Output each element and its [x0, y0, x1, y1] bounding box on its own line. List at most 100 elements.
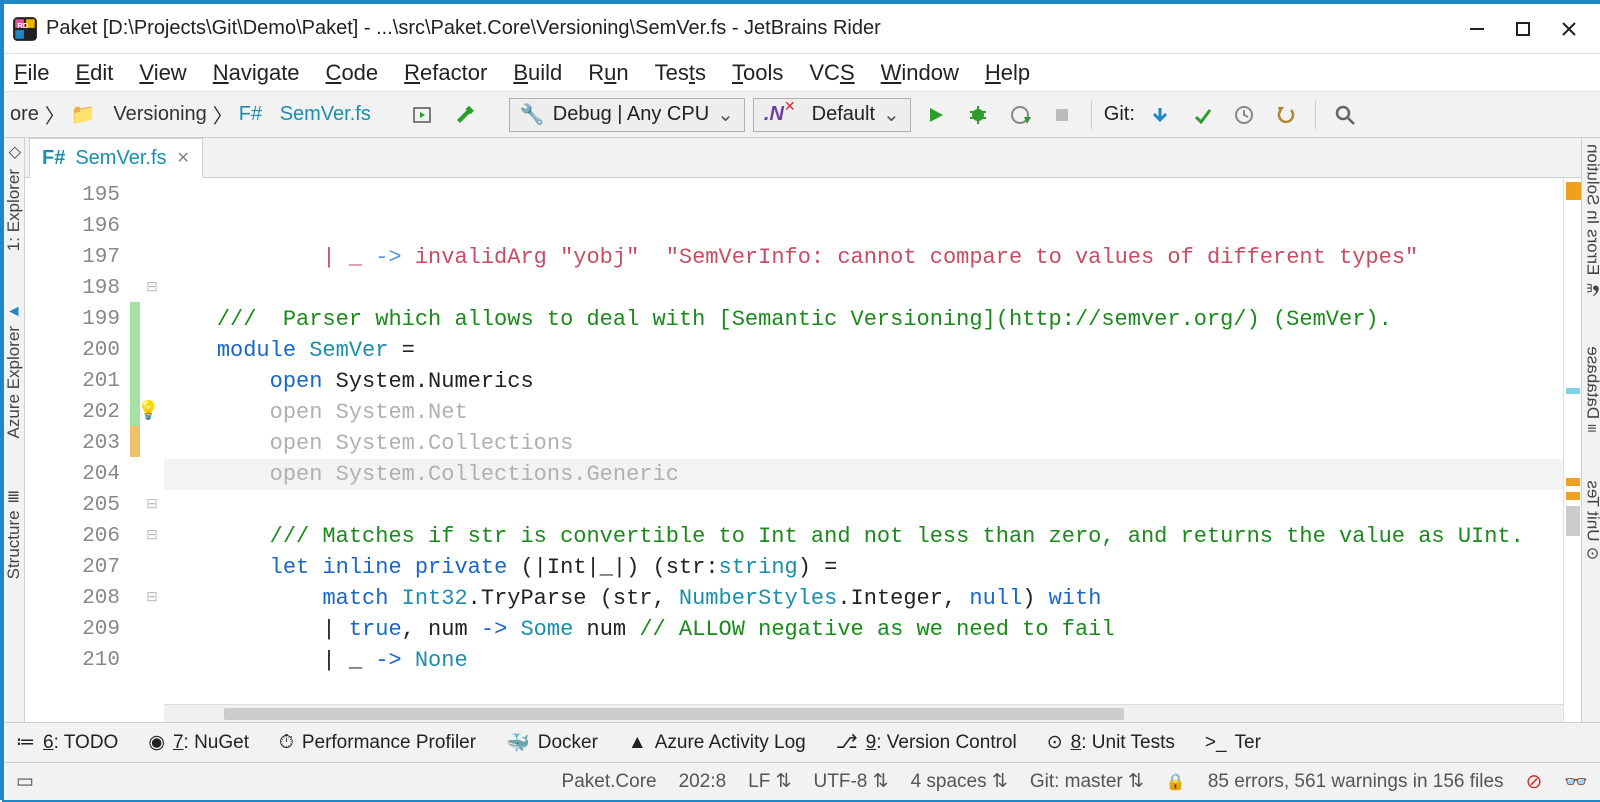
breadcrumb-2[interactable]: F# SemVer.fs [239, 103, 371, 126]
line-number: 198 [25, 273, 120, 304]
toolwin-ter[interactable]: >_Ter [1205, 732, 1261, 754]
debug-button[interactable] [961, 98, 995, 132]
status-problems[interactable]: 85 errors, 561 warnings in 156 files [1208, 771, 1504, 793]
toolwin-azure-activity-log[interactable]: ▲Azure Activity Log [628, 732, 806, 754]
stop-button[interactable] [1045, 98, 1079, 132]
code-line[interactable]: open System.Collections.Generic [164, 459, 1563, 490]
menu-tests[interactable]: Tests [655, 60, 706, 86]
tab-semver[interactable]: F# SemVer.fs ✕ [29, 138, 203, 178]
git-history-button[interactable] [1227, 98, 1261, 132]
toolwin----nuget[interactable]: ◉7: NuGet [148, 731, 249, 754]
menu-edit[interactable]: Edit [75, 60, 113, 86]
warning-marker[interactable] [1566, 182, 1581, 200]
search-button[interactable] [1328, 98, 1362, 132]
maximize-button[interactable] [1500, 13, 1546, 45]
window-title: Paket [D:\Projects\Git\Demo\Paket] - ...… [46, 17, 1454, 40]
line-number: 210 [25, 645, 120, 676]
no-entry-icon[interactable]: ⊘ [1526, 769, 1543, 794]
lock-icon[interactable]: 🔒 [1166, 772, 1186, 792]
code-line[interactable]: module SemVer = [164, 335, 1563, 366]
code-line[interactable]: | true, num -> Some num // ALLOW negativ… [164, 614, 1563, 645]
code-line[interactable]: /// Parser which allows to deal with [Se… [164, 304, 1563, 335]
build-hammer-icon[interactable] [447, 98, 481, 132]
git-commit-button[interactable] [1185, 98, 1219, 132]
marker[interactable] [1566, 506, 1580, 536]
warning-marker[interactable] [1566, 492, 1580, 500]
presentation-icon[interactable]: ▭ [16, 770, 34, 793]
git-revert-button[interactable] [1269, 98, 1303, 132]
code-line[interactable]: | _ -> invalidArg "yobj" "SemVerInfo: ca… [164, 242, 1563, 273]
menu-build[interactable]: Build [513, 60, 562, 86]
solution-config-dropdown[interactable]: 🔧 Debug | Any CPU ⌄ [509, 98, 745, 132]
flask-icon: ⚗ [1583, 281, 1600, 300]
breadcrumb-1[interactable]: 📁 Versioning [71, 102, 207, 127]
git-pull-button[interactable] [1143, 98, 1177, 132]
code-line[interactable]: open System.Numerics [164, 366, 1563, 397]
menu-view[interactable]: View [139, 60, 186, 86]
left-tool-strip: 1: Explorer◇ Azure Explorer▲ Structure≣ [4, 138, 25, 722]
run-button[interactable] [919, 98, 953, 132]
code-line[interactable]: open System.Net [164, 397, 1563, 428]
navigate-target-icon[interactable] [405, 98, 439, 132]
code-line[interactable] [164, 490, 1563, 521]
status-line-ending[interactable]: LF ⇅ [748, 770, 791, 793]
line-number: 204 [25, 459, 120, 490]
menu-run[interactable]: Run [588, 60, 628, 86]
toolwin----todo[interactable]: ≔6: TODO [16, 731, 118, 754]
status-encoding[interactable]: UTF-8 ⇅ [814, 770, 889, 793]
code-line[interactable]: /// Matches if str is convertible to Int… [164, 521, 1563, 552]
tool-errors[interactable]: ⚗Errors In Solution [1582, 144, 1600, 300]
line-number: 199 [25, 304, 120, 335]
menu-window[interactable]: Window [881, 60, 959, 86]
coverage-button[interactable] [1003, 98, 1037, 132]
close-button[interactable] [1546, 13, 1592, 45]
tool-database[interactable]: ≡Database [1582, 346, 1600, 434]
toolwin----version-control[interactable]: ⎇9: Version Control [836, 731, 1017, 754]
status-bar: ▭ Paket.Core 202:8 LF ⇅ UTF-8 ⇅ 4 spaces… [4, 762, 1600, 800]
menu-navigate[interactable]: Navigate [213, 60, 300, 86]
line-number: 203 [25, 428, 120, 459]
scrollbar-thumb[interactable] [224, 708, 1124, 720]
code-line[interactable]: open System.Collections [164, 428, 1563, 459]
menu-code[interactable]: Code [326, 60, 379, 86]
warning-marker[interactable] [1566, 478, 1580, 486]
tool-azure-explorer[interactable]: Azure Explorer▲ [4, 303, 24, 438]
status-context[interactable]: Paket.Core [562, 771, 657, 793]
menu-tools[interactable]: Tools [732, 60, 783, 86]
menu-vcs[interactable]: VCS [809, 60, 854, 86]
line-number: 195 [25, 180, 120, 211]
toolwin-docker[interactable]: 🐳Docker [506, 731, 598, 755]
close-tab-icon[interactable]: ✕ [177, 148, 190, 168]
tool-unit-tests[interactable]: ⊙Unit Tes [1582, 480, 1600, 561]
tool-explorer[interactable]: 1: Explorer◇ [4, 144, 24, 251]
code-line[interactable]: let inline private (|Int|_|) (str:string… [164, 552, 1563, 583]
fold-column[interactable]: ⊟⊟⊟⊟ [140, 178, 164, 722]
code-line[interactable] [164, 273, 1563, 304]
run-config-dropdown[interactable]: .N ✕ Default ⌄ [753, 98, 911, 132]
toolwin-performance-profiler[interactable]: ⏱Performance Profiler [279, 732, 476, 754]
code-line[interactable]: | _ -> None [164, 645, 1563, 676]
status-indent[interactable]: 4 spaces ⇅ [911, 770, 1008, 793]
code-area[interactable]: 💡 19519619719819920020120220320420520620… [25, 178, 1581, 722]
breadcrumb-0[interactable]: ore [10, 103, 39, 126]
info-marker[interactable] [1566, 388, 1580, 394]
line-number: 208 [25, 583, 120, 614]
horizontal-scrollbar[interactable] [164, 704, 1563, 722]
status-position[interactable]: 202:8 [679, 771, 727, 793]
code-line[interactable]: match Int32.TryParse (str, NumberStyles.… [164, 583, 1563, 614]
lightbulb-icon[interactable]: 💡 [137, 397, 159, 428]
status-git-branch[interactable]: Git: master ⇅ [1030, 770, 1144, 793]
inspector-icon[interactable]: 👓 [1564, 770, 1588, 794]
menu-help[interactable]: Help [985, 60, 1030, 86]
breadcrumb: ore 〉 📁 Versioning 〉 F# SemVer.fs [10, 100, 371, 129]
code-lines[interactable]: | _ -> invalidArg "yobj" "SemVerInfo: ca… [164, 178, 1563, 722]
code-line[interactable] [164, 676, 1563, 707]
error-stripe[interactable] [1563, 178, 1581, 722]
menubar: File Edit View Navigate Code Refactor Bu… [4, 54, 1600, 92]
editor: F# SemVer.fs ✕ 💡 19519619719819920020120… [25, 138, 1581, 722]
menu-file[interactable]: File [14, 60, 49, 86]
menu-refactor[interactable]: Refactor [404, 60, 487, 86]
tool-structure[interactable]: Structure≣ [4, 491, 24, 579]
toolwin----unit-tests[interactable]: ⊙8: Unit Tests [1047, 731, 1175, 754]
minimize-button[interactable] [1454, 13, 1500, 45]
